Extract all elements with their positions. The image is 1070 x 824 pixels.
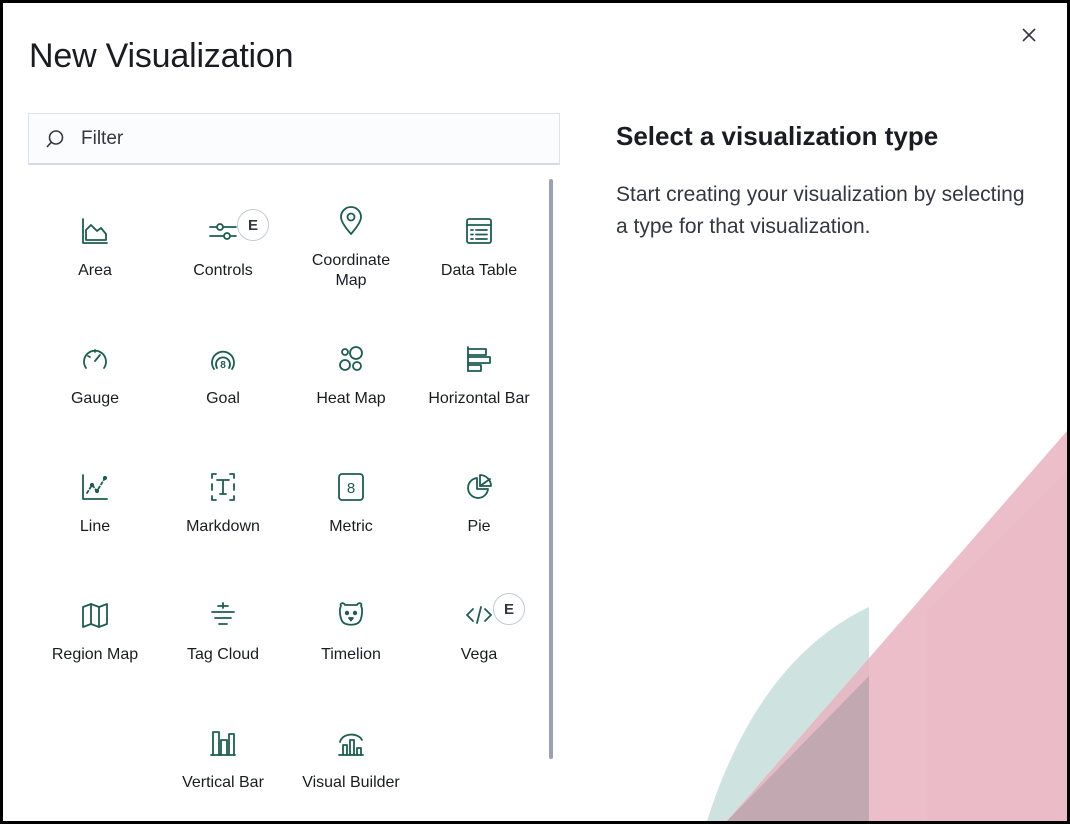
search-icon	[45, 129, 65, 149]
dialog-title: New Visualization	[29, 37, 294, 75]
vis-type-horizontal-bar[interactable]: Horizontal Bar	[415, 307, 543, 427]
vis-type-label: Coordinate Map	[311, 252, 391, 289]
vis-type-controls[interactable]: E Controls	[159, 179, 287, 299]
metric-icon: 8	[335, 471, 367, 503]
experimental-badge: E	[237, 209, 269, 241]
decorative-illustration	[707, 431, 1067, 821]
side-panel-title: Select a visualization type	[616, 121, 939, 151]
timelion-icon	[335, 599, 367, 631]
close-button[interactable]	[1017, 23, 1041, 47]
horizontal-bar-icon	[463, 343, 495, 375]
vis-type-label: Region Map	[51, 646, 139, 663]
vis-type-label: Vega	[460, 646, 498, 663]
markdown-icon	[207, 471, 239, 503]
vis-type-label: Timelion	[321, 646, 381, 663]
vis-type-line[interactable]: Line	[31, 435, 159, 555]
vis-type-label: Markdown	[186, 518, 260, 535]
vis-type-label: Pie	[467, 518, 491, 535]
controls-icon	[207, 215, 239, 247]
vis-type-metric[interactable]: 8 Metric	[287, 435, 415, 555]
vis-type-vertical-bar[interactable]: Vertical Bar	[159, 691, 287, 811]
vis-type-area[interactable]: Area	[31, 179, 159, 299]
vis-type-markdown[interactable]: Markdown	[159, 435, 287, 555]
vis-type-label: Controls	[193, 262, 253, 279]
vis-type-visual-builder[interactable]: Visual Builder	[287, 691, 415, 811]
svg-text:8: 8	[347, 480, 355, 497]
close-icon	[1022, 28, 1036, 42]
pie-chart-icon	[463, 471, 495, 503]
heat-map-icon	[335, 343, 367, 375]
vis-type-pie[interactable]: Pie	[415, 435, 543, 555]
vis-type-vega[interactable]: E Vega	[415, 563, 543, 683]
vis-type-label: Line	[79, 518, 111, 535]
vis-type-label: Tag Cloud	[186, 646, 260, 663]
vis-type-label: Area	[78, 262, 112, 279]
grid-scrollbar[interactable]	[549, 179, 553, 759]
vis-type-label: Gauge	[70, 390, 120, 407]
vis-type-label: Vertical Bar	[182, 774, 264, 791]
side-panel-description: Start creating your visualization by sel…	[616, 183, 1025, 238]
area-chart-icon	[79, 215, 111, 247]
vis-type-label: Metric	[329, 518, 373, 535]
filter-field[interactable]	[28, 113, 560, 165]
vis-type-label: Visual Builder	[302, 774, 400, 791]
visual-builder-icon	[335, 727, 367, 759]
visualization-type-grid: Area E Controls Coordinate Map Data Tabl…	[31, 179, 543, 819]
vis-type-goal[interactable]: 8 Goal	[159, 307, 287, 427]
svg-text:8: 8	[220, 360, 226, 371]
vis-type-heat-map[interactable]: Heat Map	[287, 307, 415, 427]
code-icon	[463, 599, 495, 631]
goal-icon: 8	[207, 343, 239, 375]
new-visualization-dialog: New Visualization Area	[0, 0, 1070, 824]
vis-type-data-table[interactable]: Data Table	[415, 179, 543, 299]
data-table-icon	[463, 215, 495, 247]
filter-input[interactable]	[79, 126, 559, 151]
vis-type-label: Horizontal Bar	[428, 390, 530, 407]
line-chart-icon	[79, 471, 111, 503]
experimental-badge: E	[493, 593, 525, 625]
region-map-icon	[79, 599, 111, 631]
map-pin-icon	[335, 205, 367, 237]
tag-cloud-icon	[207, 599, 239, 631]
vis-type-region-map[interactable]: Region Map	[31, 563, 159, 683]
vis-type-label: Data Table	[440, 262, 518, 279]
vis-type-tag-cloud[interactable]: Tag Cloud	[159, 563, 287, 683]
vertical-bar-icon	[207, 727, 239, 759]
vis-type-timelion[interactable]: Timelion	[287, 563, 415, 683]
gauge-icon	[79, 343, 111, 375]
vis-type-label: Heat Map	[316, 390, 386, 407]
vis-type-gauge[interactable]: Gauge	[31, 307, 159, 427]
vis-type-label: Goal	[206, 390, 240, 407]
vis-type-coordinate-map[interactable]: Coordinate Map	[287, 179, 415, 299]
